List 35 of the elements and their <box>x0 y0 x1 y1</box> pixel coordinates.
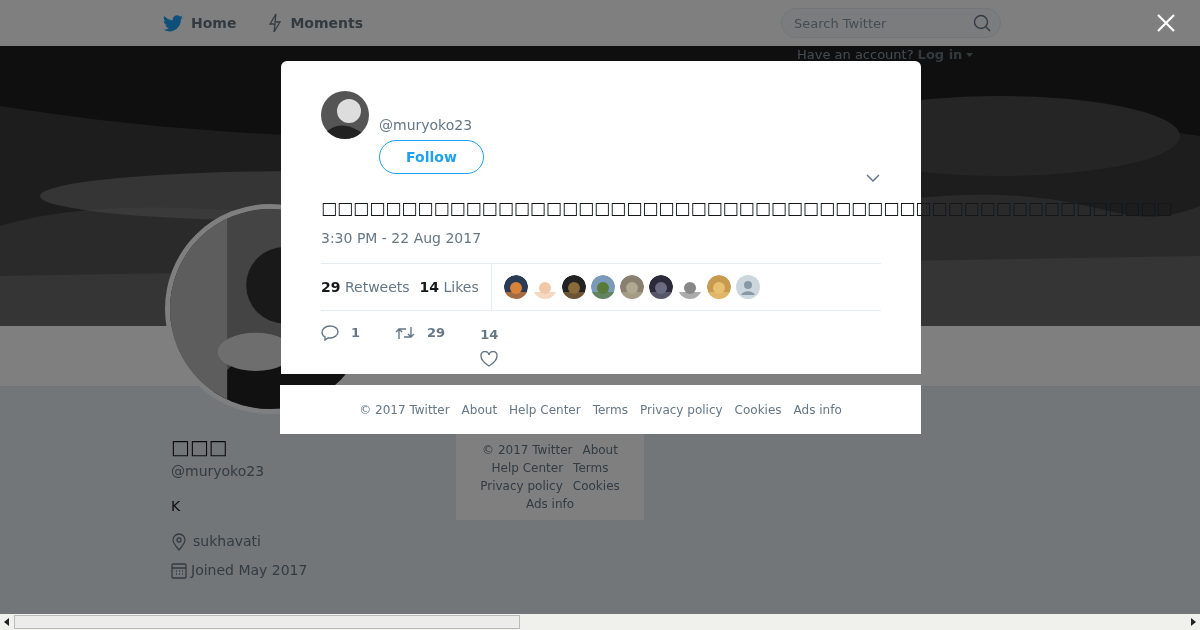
footer-link[interactable]: Ads info <box>525 495 575 513</box>
heart-icon <box>480 350 499 367</box>
footer-link[interactable]: © 2017 Twitter <box>482 441 573 459</box>
like-button[interactable]: 14 <box>480 323 499 367</box>
footer-link[interactable]: Terms <box>573 459 609 477</box>
profile-location: sukhavati <box>193 532 261 551</box>
footer-link[interactable]: Privacy policy <box>480 477 563 495</box>
retweet-icon <box>395 325 416 340</box>
footer-link[interactable]: About <box>461 400 498 419</box>
retweet-button[interactable]: 29 <box>395 323 446 343</box>
nav-link[interactable]: Moments <box>268 12 364 34</box>
profile-name: □□□ <box>171 434 229 461</box>
reply-button[interactable]: 1 <box>321 323 361 343</box>
footer-link[interactable]: Cookies <box>572 477 620 495</box>
footer-link[interactable]: Cookies <box>734 400 782 419</box>
footer-link[interactable]: Privacy policy <box>640 400 723 419</box>
footer-link[interactable]: Help Center <box>509 400 581 419</box>
lightning-icon <box>268 13 283 33</box>
join-date: Joined May 2017 <box>191 561 308 580</box>
footer-link[interactable]: About <box>582 441 618 459</box>
location-pin-icon <box>171 532 187 551</box>
nav-link[interactable]: Home <box>163 12 237 34</box>
reply-icon <box>321 324 339 341</box>
search-icon <box>973 14 991 32</box>
footer-link[interactable]: Terms <box>592 400 628 419</box>
calendar-icon <box>171 562 187 579</box>
footer-link[interactable]: © 2017 Twitter <box>359 400 450 419</box>
bird-icon <box>163 14 183 32</box>
footer-link[interactable]: Ads info <box>793 400 842 419</box>
profile-bio: K <box>171 497 182 516</box>
scrollbar-thumb[interactable] <box>14 615 520 629</box>
footer-link[interactable]: Help Center <box>491 459 564 477</box>
horizontal-scrollbar[interactable] <box>0 614 1200 630</box>
close-icon[interactable] <box>1157 14 1175 32</box>
profile-handle: @muryoko23 <box>171 462 266 481</box>
